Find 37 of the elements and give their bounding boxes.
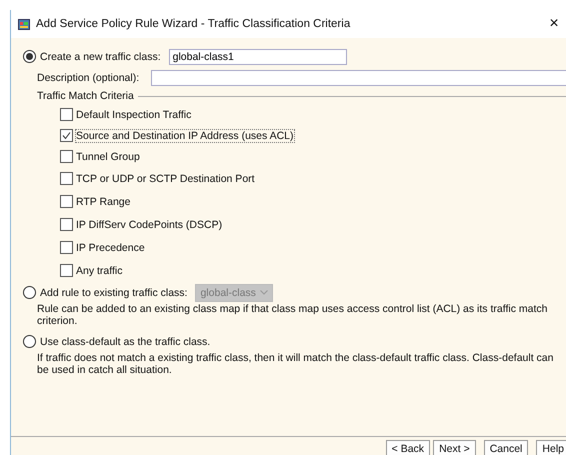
radio-button[interactable] [23,335,36,348]
checkbox-label: Any traffic [76,264,122,276]
checkbox-label: Source and Destination IP Address (uses ACL) [76,130,294,142]
checkbox-label: Tunnel Group [76,150,140,162]
checkbox[interactable] [60,218,73,231]
class-name-field[interactable]: global-class1 [168,48,347,64]
radio-label: Add rule to existing traffic class: [40,286,188,298]
close-icon[interactable]: × [542,15,566,33]
radio-label: Use class-default as the traffic class. [40,336,210,348]
radio-button[interactable] [23,50,36,63]
checkbox-label: IP DiffServ CodePoints (DSCP) [76,218,222,230]
checkbox-label: TCP or UDP or SCTP Destination Port [76,172,255,184]
checkbox[interactable] [60,172,73,185]
hint-text: If traffic does not match a existing traffic class, then it will match the class-default traffic class. Class-default can be used in catch all situation. [37,352,554,376]
radio-button[interactable] [23,286,36,299]
checkbox[interactable] [60,195,73,208]
checkbox[interactable] [60,108,73,121]
checkbox[interactable] [60,241,73,254]
wizard-button[interactable]: < Back [386,440,430,455]
checkbox[interactable] [60,129,73,142]
checkbox[interactable] [60,150,73,163]
window-title: Add Service Policy Rule Wizard - Traffic Classification Criteria [36,18,352,30]
checkbox-label: RTP Range [76,196,130,208]
class-dropdown: global-class [195,284,273,302]
radio-label: Create a new traffic class: [40,50,161,62]
caret-icon [260,290,268,295]
field-label: Description (optional): [37,72,140,84]
checkbox[interactable] [60,264,73,277]
checkbox-label: IP Precedence [76,242,145,254]
wizard-button[interactable]: Next > [433,440,476,455]
wizard-button[interactable]: Help [536,440,566,455]
group-title: Traffic Match Criteria [37,90,134,102]
checkbox-label: Default Inspection Traffic [76,108,192,120]
wizard-button[interactable]: Cancel [484,440,528,455]
app-icon [18,18,30,30]
hint-text: Rule can be added to an existing class map if that class map uses access control list (ACL) as its traffic match criterion. [37,303,548,327]
description-field[interactable] [151,70,566,86]
